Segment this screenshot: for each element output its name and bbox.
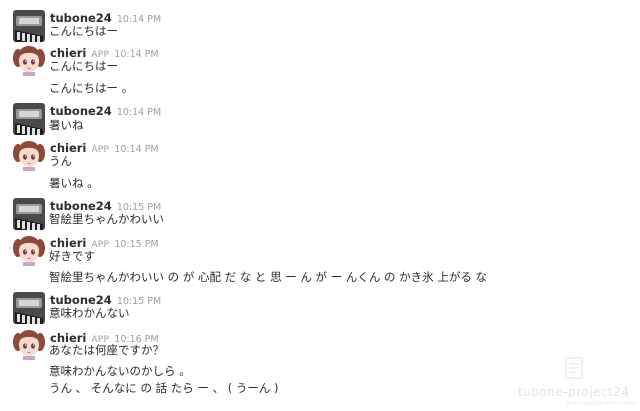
watermark: tubone-project24 By A project24 Service … <box>518 357 638 407</box>
message-text: こんにちはー 。 <box>49 81 134 95</box>
message-username[interactable]: chieri <box>50 141 86 155</box>
tubone24-avatar[interactable] <box>13 103 45 135</box>
message-timestamp[interactable]: 10:14 PM <box>117 107 161 118</box>
tubone24-avatar[interactable] <box>13 10 45 42</box>
chat-message-list: tubone24 10:14 PM こんにちはー chieri APP 10:14 P… <box>0 0 640 411</box>
watermark-subtitle: By A project24 Service Plans <box>566 401 638 407</box>
message-timestamp[interactable]: 10:14 PM <box>114 49 158 60</box>
message-timestamp[interactable]: 10:14 PM <box>117 14 161 25</box>
message-text: 暑いね <box>49 118 84 132</box>
message-username[interactable]: tubone24 <box>50 104 112 118</box>
message-username[interactable]: chieri <box>50 46 86 60</box>
message-text: 智絵里ちゃんかわいい の が 心配 だ な と 思 ー ん が ー んくん の … <box>49 270 487 284</box>
app-badge: APP <box>91 145 110 155</box>
message-text: 意味わかんない <box>49 306 130 320</box>
message-text: 意味わかんないのかしら 。 <box>49 364 191 378</box>
message-text: あなたは何座ですか？ <box>49 343 164 357</box>
chieri-avatar[interactable] <box>13 328 45 360</box>
chieri-avatar[interactable] <box>13 234 45 266</box>
document-icon <box>565 357 583 379</box>
message-text: うん 、 そんなに の 話 たら ー 、 ( うーん ) <box>49 381 279 395</box>
message-text: 暑いね 。 <box>49 176 99 190</box>
message-text: うん <box>49 154 72 168</box>
message-text: こんにちはー <box>49 24 118 38</box>
message-username[interactable]: tubone24 <box>50 293 112 307</box>
message-timestamp[interactable]: 10:15 PM <box>114 239 158 250</box>
tubone24-avatar[interactable] <box>13 292 45 324</box>
message-username[interactable]: tubone24 <box>50 11 112 25</box>
message-text: こんにちはー <box>49 59 118 73</box>
chieri-avatar[interactable] <box>13 139 45 171</box>
message-text: 好きです <box>49 249 95 263</box>
chieri-avatar[interactable] <box>13 44 45 76</box>
tubone24-avatar[interactable] <box>13 198 45 230</box>
message-text: 智絵里ちゃんかわいい <box>49 212 164 226</box>
message-username[interactable]: chieri <box>50 236 86 250</box>
watermark-title: tubone-project24 <box>518 385 630 399</box>
message-username[interactable]: tubone24 <box>50 199 112 213</box>
message-timestamp[interactable]: 10:14 PM <box>114 144 158 155</box>
